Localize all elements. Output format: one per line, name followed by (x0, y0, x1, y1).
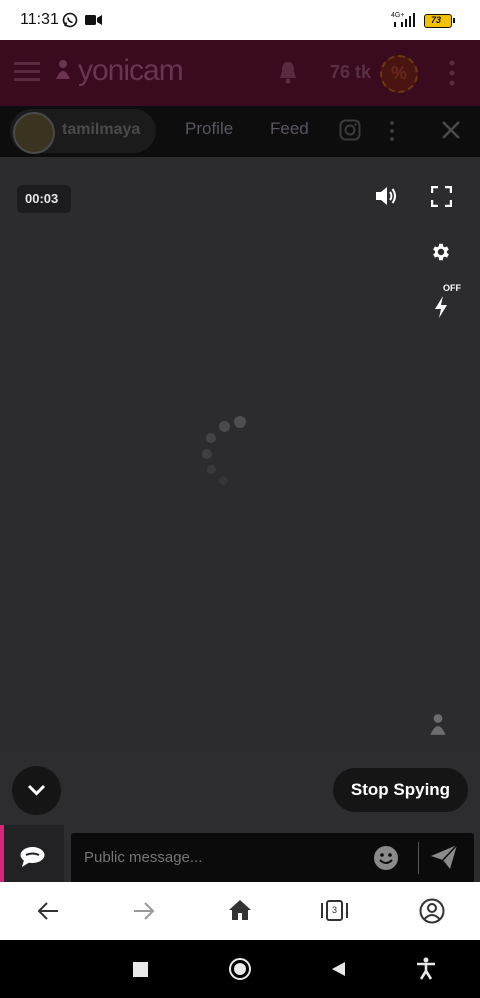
battery-tip (453, 18, 455, 23)
emoji-icon[interactable] (373, 845, 399, 871)
token-balance[interactable]: 76 tk (330, 62, 371, 83)
tabs-button[interactable]: 3 (321, 898, 349, 924)
app-header: yonicam 76 tk % (0, 40, 480, 106)
close-icon[interactable] (441, 120, 461, 140)
avatar (13, 112, 55, 154)
bell-icon[interactable] (278, 60, 298, 84)
divider (418, 842, 419, 874)
public-message-input[interactable] (71, 833, 361, 882)
whatsapp-icon (62, 12, 78, 28)
collapse-button[interactable] (12, 766, 61, 815)
back-arrow-icon[interactable] (37, 901, 59, 921)
settings-gear-icon[interactable] (430, 241, 452, 263)
watermark-logo-icon (430, 714, 446, 735)
back-triangle-icon[interactable] (330, 961, 346, 977)
video-camera-icon (85, 15, 102, 25)
logo-icon (56, 60, 70, 79)
battery-level: 73 (431, 15, 442, 25)
status-time: 11:31 (20, 11, 59, 28)
stop-spying-button[interactable]: Stop Spying (333, 768, 468, 812)
accessibility-icon[interactable] (416, 957, 436, 981)
browser-toolbar: 3 (0, 882, 480, 940)
tabs-count: 3 (332, 905, 338, 915)
username: tamilmaya (62, 121, 141, 138)
signal-icon (394, 13, 415, 27)
send-icon[interactable] (430, 844, 458, 870)
chevron-down-icon (27, 784, 46, 796)
recents-button[interactable] (133, 962, 148, 977)
volume-icon[interactable] (374, 185, 398, 207)
home-button[interactable] (229, 958, 251, 980)
profile-subnav: tamilmaya Profile Feed (0, 106, 480, 157)
flash-status-label: OFF (443, 283, 461, 293)
account-icon[interactable] (419, 898, 445, 924)
menu-icon[interactable] (14, 61, 40, 83)
chat-row (0, 825, 480, 882)
more-vertical-icon[interactable] (448, 60, 456, 86)
user-chip[interactable]: tamilmaya (10, 109, 156, 154)
timer-text: 00:03 (25, 191, 59, 206)
loading-spinner (196, 411, 256, 491)
tab-feed[interactable]: Feed (270, 119, 309, 139)
chat-bubble-icon (20, 847, 45, 867)
forward-arrow-icon[interactable] (133, 901, 155, 921)
active-indicator (0, 825, 4, 882)
battery-icon: 73 (424, 14, 452, 28)
player-controls: Stop Spying (0, 753, 480, 825)
logo-text[interactable]: yonicam (78, 54, 184, 88)
more-vertical-icon[interactable] (389, 120, 395, 142)
fullscreen-icon[interactable] (431, 186, 452, 207)
home-icon[interactable] (228, 899, 252, 921)
promo-badge[interactable]: % (380, 55, 418, 93)
tab-profile[interactable]: Profile (185, 119, 233, 139)
chat-toggle-button[interactable] (0, 825, 64, 882)
video-player[interactable]: 00:03 OFF (0, 157, 480, 753)
stop-spying-label: Stop Spying (350, 780, 451, 799)
timer-badge: 00:03 (17, 185, 71, 213)
instagram-icon[interactable] (339, 119, 361, 141)
lightning-icon[interactable] (432, 295, 450, 319)
message-input-container (71, 833, 474, 882)
promo-symbol: % (391, 63, 408, 83)
system-navigation-bar (0, 940, 480, 998)
status-bar: 11:31 4G+ 73 (0, 0, 480, 40)
